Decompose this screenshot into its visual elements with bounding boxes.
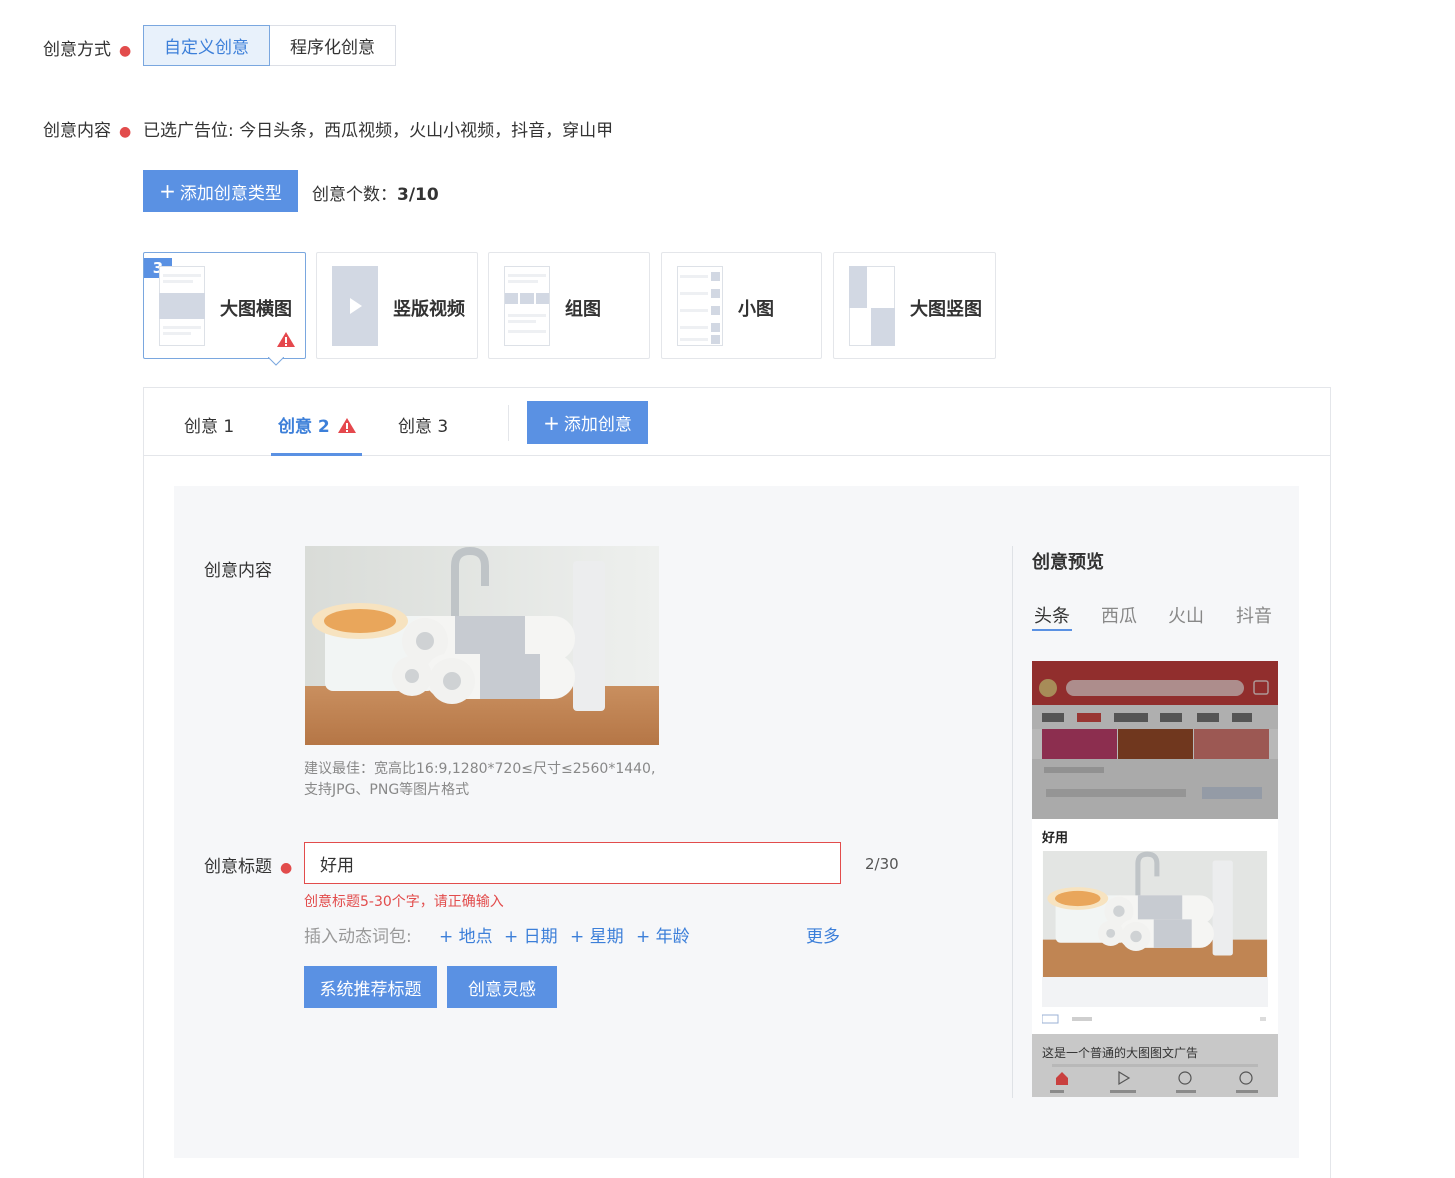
phone-tabbar-icons — [1050, 1064, 1258, 1093]
warning-icon — [338, 418, 357, 433]
preview-tab-huoshan[interactable]: 火山 — [1168, 602, 1204, 628]
preview-tab-underline — [1032, 629, 1072, 631]
dynamic-words-more-link[interactable]: 更多 — [806, 922, 840, 947]
ad-card-caption-bar — [1042, 977, 1268, 1007]
type-card-vertical-video[interactable]: 竖版视频 — [316, 252, 478, 359]
preview-tab-xigua[interactable]: 西瓜 — [1101, 602, 1137, 628]
type-name: 大图竖图 — [910, 299, 982, 320]
preview-tab-douyin[interactable]: 抖音 — [1236, 602, 1272, 628]
title-error: 创意标题5-30个字，请正确输入 — [304, 894, 504, 910]
warning-icon — [277, 332, 295, 347]
type-card-group-image[interactable]: 组图 — [488, 252, 650, 359]
type-name: 小图 — [738, 299, 774, 320]
ad-card: 好用 — [1032, 819, 1278, 1034]
preview-title: 创意预览 — [1032, 552, 1104, 573]
tab-creative-2[interactable]: 创意 2 — [278, 412, 357, 437]
inspiration-button[interactable]: 创意灵感 — [447, 966, 557, 1008]
required-dot: ● — [119, 124, 132, 140]
type-name: 组图 — [565, 299, 601, 320]
type-name: 大图横图 — [220, 299, 292, 320]
type-name: 竖版视频 — [393, 299, 465, 320]
tab-creative-3[interactable]: 创意 3 — [398, 412, 448, 437]
phone-preview: 好用 这是一个普通的大图图文广告 — [1032, 661, 1278, 1097]
tab-creative-1[interactable]: 创意 1 — [184, 412, 234, 437]
add-type-button[interactable]: + 添加创意类型 — [143, 170, 298, 212]
large-vertical-thumb-icon — [849, 266, 895, 346]
plus-icon: + — [543, 410, 560, 435]
content-label: 创意内容 ● — [43, 121, 132, 141]
editor-content-label: 创意内容 — [204, 561, 272, 581]
type-card-small-image[interactable]: 小图 — [661, 252, 822, 359]
type-card-large-vertical[interactable]: 大图竖图 — [833, 252, 996, 359]
tab-divider — [508, 405, 509, 441]
small-image-thumb-icon — [677, 266, 723, 346]
preview-tab-toutiao[interactable]: 头条 — [1034, 602, 1070, 628]
title-char-count: 2/30 — [865, 855, 899, 873]
ad-card-image — [1042, 851, 1268, 977]
active-pointer-icon — [268, 357, 284, 366]
plus-icon: + — [159, 179, 176, 203]
add-creative-button[interactable]: + 添加创意 — [527, 401, 648, 444]
recommend-title-button[interactable]: 系统推荐标题 — [304, 966, 437, 1008]
creative-count: 创意个数：3/10 — [312, 185, 439, 205]
dynamic-word-location[interactable]: + 地点 — [439, 922, 493, 947]
phone-app-header — [1032, 661, 1278, 819]
image-hint: 建议最佳：宽高比16:9,1280*720≤尺寸≤2560*1440, 支持JP… — [304, 761, 656, 798]
active-tab-underline — [271, 453, 362, 456]
ad-source-icon — [1042, 1014, 1266, 1024]
mode-label: 创意方式 ● — [43, 40, 132, 60]
ad-card-title: 好用 — [1042, 831, 1069, 846]
required-dot: ● — [119, 43, 132, 59]
phone-bottom-area: 这是一个普通的大图图文广告 — [1032, 1034, 1278, 1097]
selected-slots: 已选广告位: 今日头条，西瓜视频，火山小视频，抖音，穿山甲 — [143, 121, 614, 141]
type-card-large-horizontal[interactable]: 3 大图横图 — [143, 252, 306, 366]
dynamic-word-age[interactable]: + 年龄 — [636, 922, 690, 947]
creative-panel: 创意 1 创意 2 创意 3 + 添加创意 创意内容 建议最佳：宽高比16:9,… — [143, 387, 1331, 1178]
dynamic-words-label: 插入动态词包: — [304, 927, 412, 947]
mode-programmatic-button[interactable]: 程序化创意 — [270, 25, 396, 66]
mode-toggle: 自定义创意 程序化创意 — [143, 25, 396, 66]
editor-title-label: 创意标题 ● — [204, 857, 293, 877]
creative-tabs: 创意 1 创意 2 创意 3 + 添加创意 — [144, 388, 1330, 456]
creative-image[interactable] — [305, 546, 659, 745]
mode-custom-button[interactable]: 自定义创意 — [143, 25, 270, 66]
video-play-icon — [332, 266, 378, 346]
dynamic-word-weekday[interactable]: + 星期 — [570, 922, 624, 947]
bottom-ad-text: 这是一个普通的大图图文广告 — [1042, 1046, 1199, 1060]
required-dot: ● — [280, 860, 293, 876]
title-input[interactable] — [304, 842, 841, 884]
group-image-thumb-icon — [504, 266, 550, 346]
preview-divider — [1012, 546, 1013, 1098]
creative-editor: 创意内容 建议最佳：宽高比16:9,1280*720≤尺寸≤2560*1440,… — [174, 486, 1299, 1158]
dynamic-word-date[interactable]: + 日期 — [504, 922, 558, 947]
large-horizontal-thumb-icon — [159, 266, 205, 346]
